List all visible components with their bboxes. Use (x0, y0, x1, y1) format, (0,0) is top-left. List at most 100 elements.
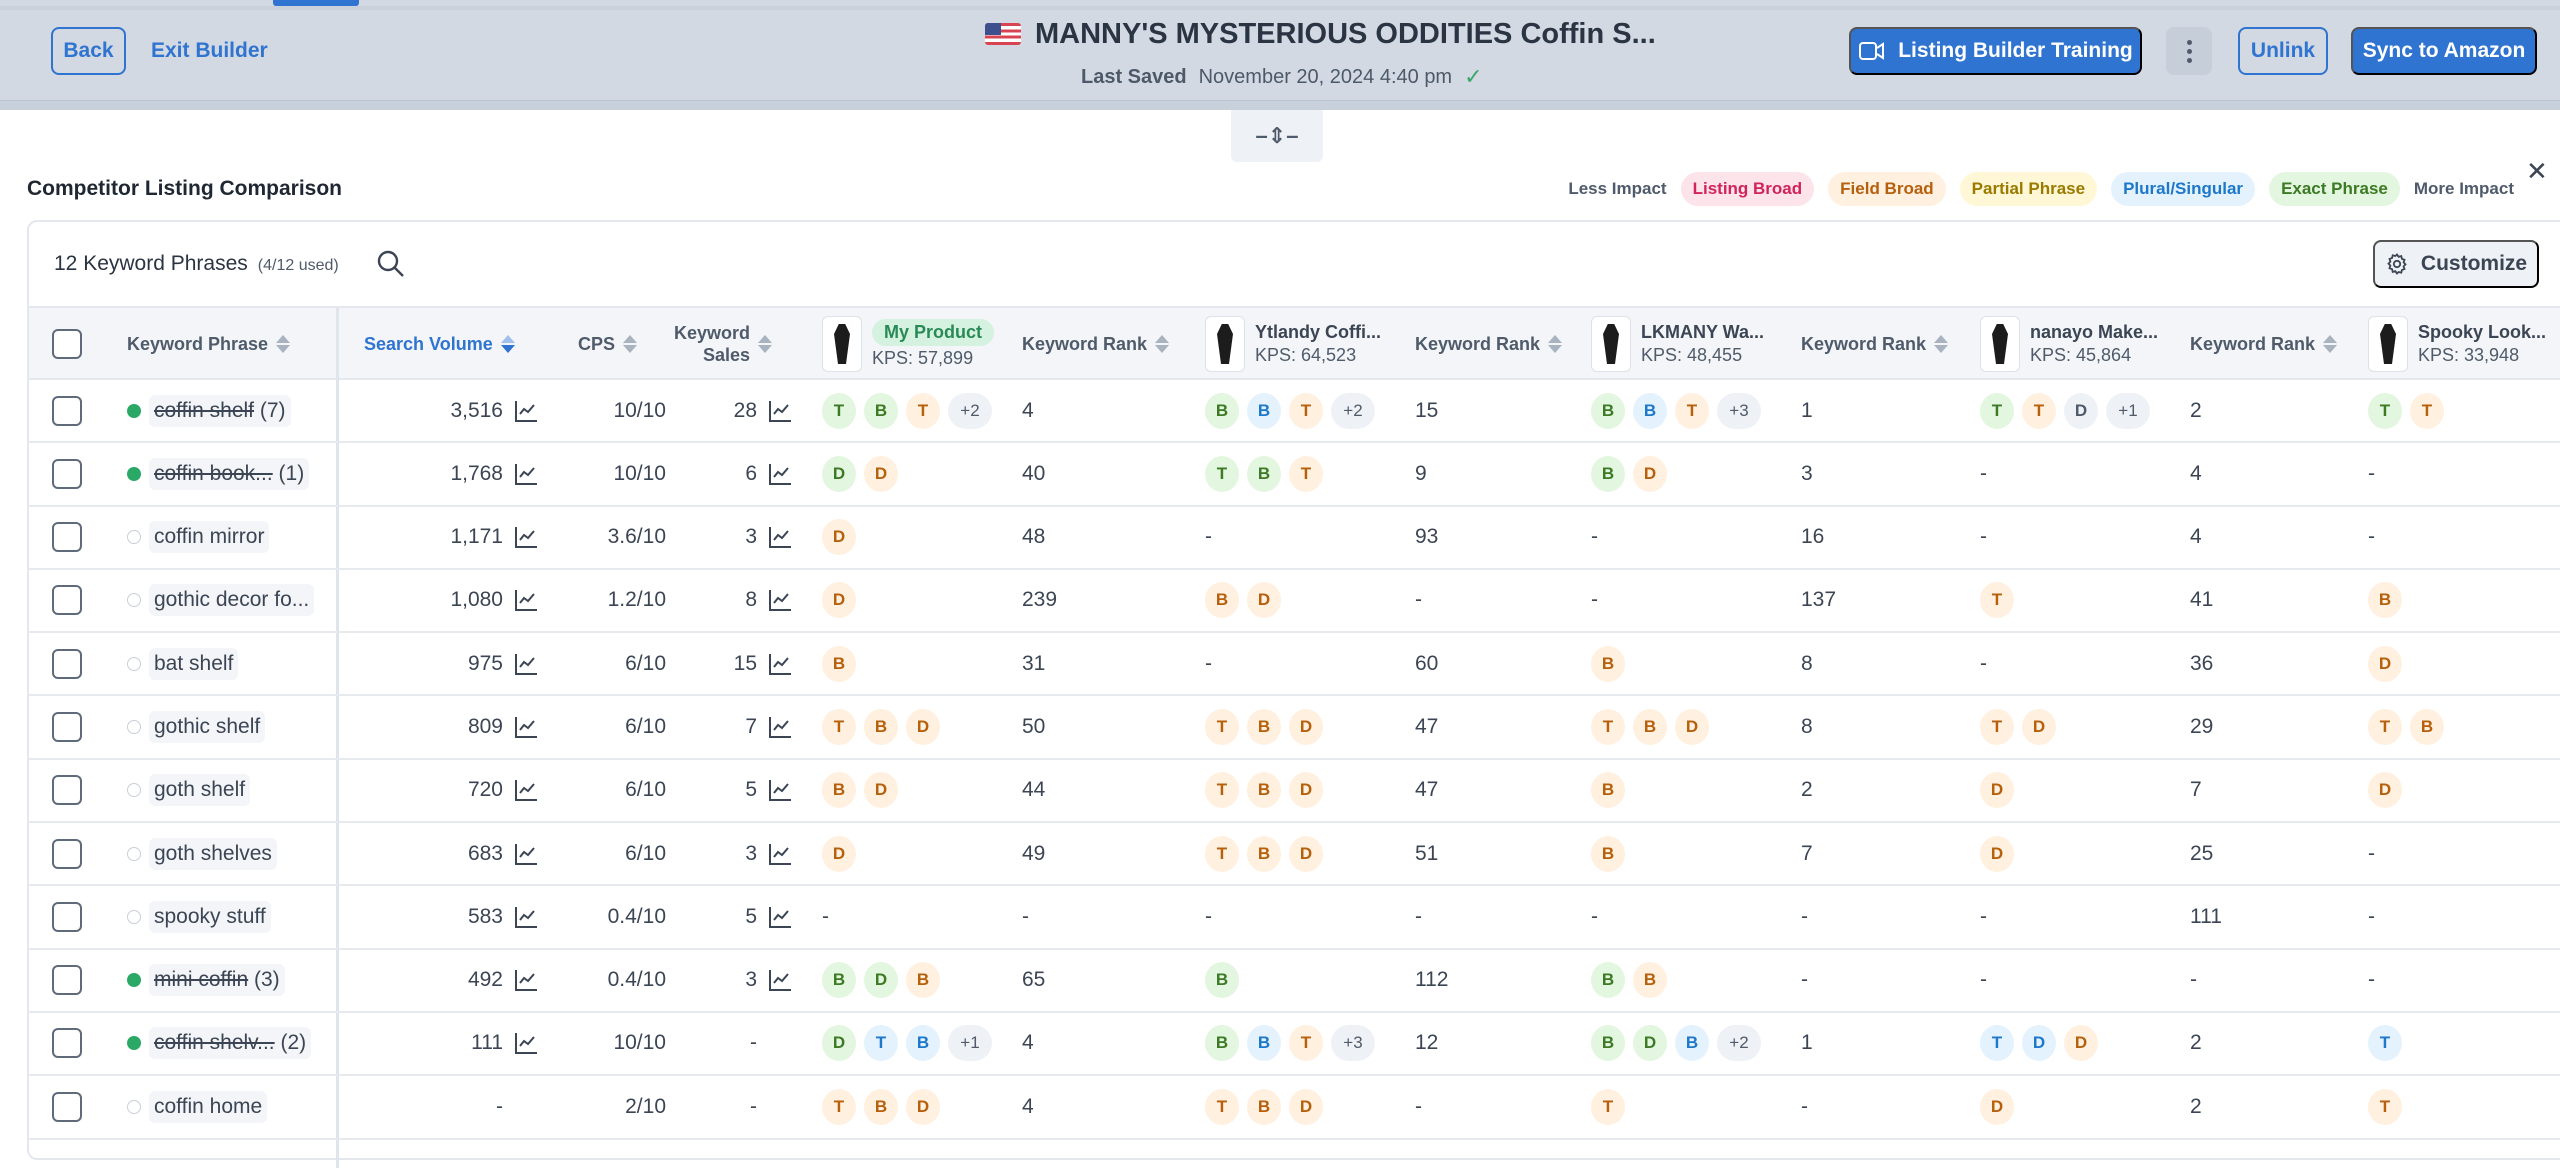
row-checkbox[interactable] (52, 775, 82, 806)
trend-chart-icon[interactable] (513, 1030, 539, 1056)
table-row[interactable]: gothic decor fo... 1,080 1.2/10 8 D 239 B D - -13… (29, 570, 2560, 634)
table-row[interactable]: gothic shelf 809 6/10 7 T B D 50 T B D 47 T B D 8 T D 29 T B (29, 696, 2560, 760)
more-badges-button[interactable]: +2 (1331, 392, 1375, 429)
table-row[interactable]: coffin mirror 1,171 3.6/10 3 D 48 - 93 - 16 - 4 - (29, 507, 2560, 570)
more-badges-button[interactable]: +3 (1331, 1025, 1375, 1062)
keyword-cell[interactable]: bat shelf (127, 633, 239, 694)
match-badges-cell: TBD (1591, 696, 1709, 757)
trend-chart-icon[interactable] (767, 777, 793, 803)
customize-button[interactable]: Customize (2373, 240, 2539, 288)
table-row[interactable]: coffin home -2/10- T B D 4 T B D - T - D 2 T (29, 1076, 2560, 1140)
more-badges-button[interactable]: +1 (2106, 392, 2150, 429)
trend-chart-icon[interactable] (767, 398, 793, 424)
empty-value: - (2368, 968, 2375, 992)
trend-chart-icon[interactable] (767, 651, 793, 677)
more-badges-button[interactable]: +2 (948, 392, 992, 429)
trend-chart-icon[interactable] (767, 967, 793, 993)
table-row[interactable]: goth shelf 720 6/10 5 B D 44 T B D 47 B 2 D 7 D (29, 760, 2560, 824)
kebab-menu-icon[interactable] (2166, 27, 2212, 75)
row-checkbox[interactable] (52, 1091, 82, 1122)
keyword-cell[interactable]: mini coffin (3) (127, 950, 285, 1011)
sort-icon[interactable] (1934, 335, 1949, 353)
row-checkbox[interactable] (52, 901, 82, 932)
column-header-cps[interactable]: CPS (578, 308, 638, 380)
trend-chart-icon[interactable] (513, 524, 539, 550)
product-column-header[interactable]: Ytlandy Coffi... KPS: 64,523 (1205, 316, 1381, 372)
column-header-keyword-rank[interactable]: Keyword Rank (1415, 308, 1563, 380)
trend-chart-icon[interactable] (513, 714, 539, 740)
keyword-cell[interactable]: gothic decor fo... (127, 570, 315, 631)
more-badges-button[interactable]: +1 (948, 1025, 992, 1062)
row-checkbox[interactable] (52, 711, 82, 742)
sort-icon[interactable] (758, 335, 773, 353)
trend-chart-icon[interactable] (513, 651, 539, 677)
row-checkbox[interactable] (52, 1028, 82, 1059)
table-row[interactable]: mini coffin (3) 492 0.4/10 3 B D B 65 B 112 B B - - - - (29, 950, 2560, 1013)
match-type-badge: T (2368, 392, 2402, 429)
keyword-cell[interactable]: coffin mirror (127, 507, 270, 568)
keyword-cell[interactable]: coffin shelv... (2) (127, 1013, 312, 1074)
back-button[interactable]: Back (51, 27, 126, 75)
sort-icon[interactable] (276, 335, 291, 353)
trend-chart-icon[interactable] (767, 461, 793, 487)
table-row[interactable]: bat shelf 975 6/10 15 B 31 - 60 B 8 - 36 D (29, 633, 2560, 697)
search-icon[interactable] (375, 248, 407, 280)
row-checkbox[interactable] (52, 458, 82, 489)
row-checkbox[interactable] (52, 965, 82, 996)
trend-chart-icon[interactable] (513, 841, 539, 867)
sort-desc-icon[interactable] (500, 335, 515, 353)
more-badges-button[interactable]: +3 (1717, 392, 1761, 429)
keyword-cell[interactable]: spooky stuff (127, 886, 271, 947)
select-all-checkbox[interactable] (52, 329, 82, 359)
column-header-keyword-rank[interactable]: Keyword Rank (2190, 308, 2338, 380)
trend-chart-icon[interactable] (767, 904, 793, 930)
trend-chart-icon[interactable] (767, 587, 793, 613)
column-header-keyword-rank[interactable]: Keyword Rank (1022, 308, 1170, 380)
trend-chart-icon[interactable] (513, 461, 539, 487)
table-row[interactable]: goth shelves 683 6/10 3 D 49 T B D 51 B 7 D 25- (29, 823, 2560, 887)
trend-chart-icon[interactable] (513, 398, 539, 424)
more-badges-button[interactable]: +2 (1717, 1025, 1761, 1062)
sort-icon[interactable] (1155, 335, 1170, 353)
sync-to-amazon-button[interactable]: Sync to Amazon (2351, 27, 2537, 75)
column-header-keyword-sales[interactable]: Keyword Sales (674, 308, 773, 380)
column-header-search-volume[interactable]: Search Volume (364, 308, 515, 380)
trend-chart-icon[interactable] (767, 841, 793, 867)
keyword-cell[interactable]: gothic shelf (127, 696, 266, 757)
trend-chart-icon[interactable] (513, 967, 539, 993)
trend-chart-icon[interactable] (513, 777, 539, 803)
trend-chart-icon[interactable] (767, 714, 793, 740)
keyword-cell[interactable]: goth shelf (127, 760, 251, 821)
sort-icon[interactable] (623, 335, 638, 353)
exit-builder-link[interactable]: Exit Builder (151, 27, 268, 75)
close-icon[interactable]: ✕ (2526, 156, 2548, 187)
product-column-header[interactable]: LKMANY Wa... KPS: 48,455 (1591, 316, 1764, 372)
trend-chart-icon[interactable] (513, 904, 539, 930)
sort-icon[interactable] (2323, 335, 2338, 353)
column-header-keyword-phrase[interactable]: Keyword Phrase (127, 308, 291, 380)
keyword-cell[interactable]: goth shelves (127, 823, 277, 884)
product-column-header[interactable]: My Product KPS: 57,899 (822, 316, 995, 372)
product-column-header[interactable]: Spooky Look... KPS: 33,948 (2368, 316, 2546, 372)
table-row[interactable]: coffin shelf (7) 3,516 10/10 28 T B T +2 4 B B T +2 1… (29, 380, 2560, 444)
row-checkbox[interactable] (52, 522, 82, 553)
row-checkbox[interactable] (52, 395, 82, 426)
table-row[interactable]: spooky stuff 583 0.4/10 5 - - - - - - - 111 - (29, 886, 2560, 950)
unlink-button[interactable]: Unlink (2238, 27, 2328, 75)
keyword-cell[interactable]: coffin home (127, 1076, 268, 1137)
keyword-cell[interactable]: coffin shelf (7) (127, 380, 291, 441)
resize-vertical-icon[interactable]: –⇕– (1231, 110, 1323, 162)
row-checkbox[interactable] (52, 585, 82, 616)
table-row[interactable]: coffin shelv... (2) 111 10/10- D T B +1 4 B B T +3 1… (29, 1013, 2560, 1077)
trend-chart-icon[interactable] (513, 587, 539, 613)
listing-builder-training-button[interactable]: Listing Builder Training (1849, 27, 2142, 75)
product-column-header[interactable]: nanayo Make... KPS: 45,864 (1980, 316, 2158, 372)
sort-icon[interactable] (1548, 335, 1563, 353)
column-header-keyword-rank[interactable]: Keyword Rank (1801, 308, 1949, 380)
keyword-unused-indicator (127, 593, 141, 608)
keyword-cell[interactable]: coffin book... (1) (127, 443, 310, 504)
table-row[interactable]: coffin book... (1) 1,768 10/10 6 D D 40 T B T 9 B D 3… (29, 443, 2560, 507)
trend-chart-icon[interactable] (767, 524, 793, 550)
row-checkbox[interactable] (52, 648, 82, 679)
row-checkbox[interactable] (52, 838, 82, 869)
